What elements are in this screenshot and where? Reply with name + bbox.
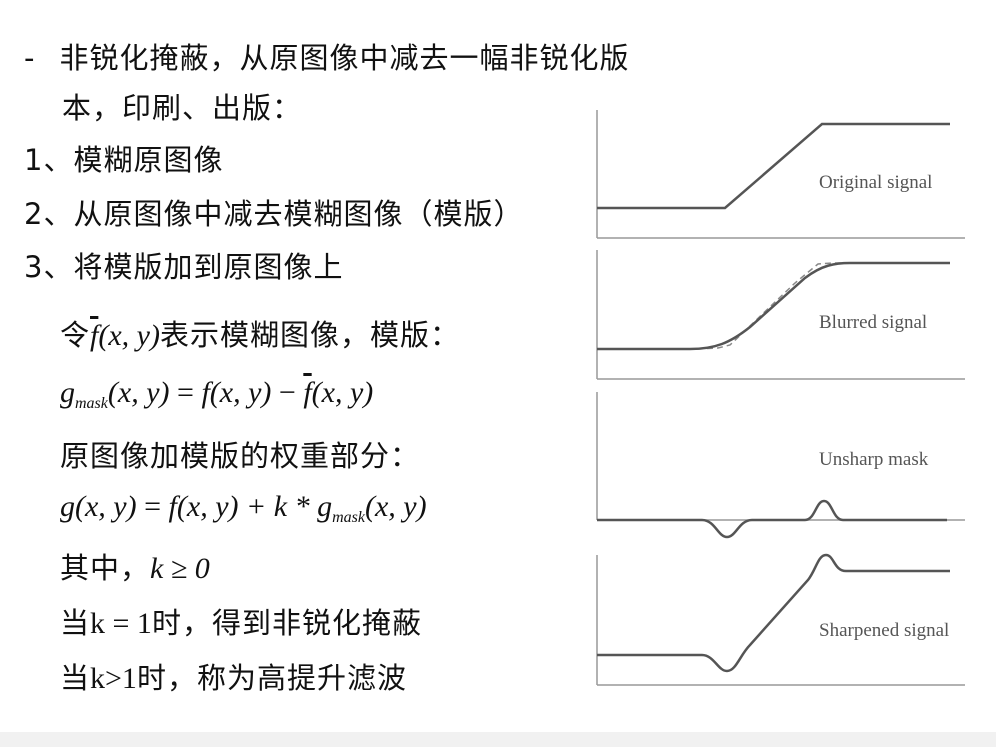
panel-sharpened: Sharpened signal bbox=[596, 553, 965, 686]
unsharp-mask-diagram: Original signal Blurred signal Unsharp m… bbox=[596, 110, 965, 686]
f-args: (x, y) bbox=[209, 376, 272, 409]
mask-subscript: mask bbox=[75, 395, 108, 412]
mask-equation: gmask(x, y) = f(x, y) − f(x, y) bbox=[60, 376, 374, 412]
f-symbol-2: f bbox=[168, 490, 177, 523]
where-prefix: 其中， bbox=[60, 551, 151, 585]
k-condition: 其中，k ≥ 0 bbox=[60, 545, 210, 587]
blurred-signal-label: Blurred signal bbox=[819, 312, 927, 333]
kgt-prefix: 当 bbox=[60, 661, 91, 695]
equals: = bbox=[169, 376, 202, 409]
k1-suffix: 时，得到非锐化掩蔽 bbox=[151, 606, 422, 640]
g-mask-args-2: (x, y) bbox=[364, 490, 427, 523]
g-symbol: g bbox=[60, 376, 75, 409]
panel-mask: Unsharp mask bbox=[596, 392, 965, 539]
step-2: 2、从原图像中减去模糊图像（模版） bbox=[24, 197, 524, 231]
g-mask-args: (x, y) bbox=[107, 376, 170, 409]
let-prefix: 令 bbox=[60, 318, 91, 352]
intro-line-2: 本，印刷、出版： bbox=[62, 91, 303, 125]
g-xy: g(x, y) bbox=[60, 490, 137, 523]
panel-original: Original signal bbox=[596, 110, 965, 239]
sharpened-signal-label: Sharpened signal bbox=[819, 620, 949, 641]
equals-2: = bbox=[136, 490, 169, 523]
k-equals-one: 当k = 1时，得到非锐化掩蔽 bbox=[60, 600, 422, 642]
k-greater-one: 当k>1时，称为高提升滤波 bbox=[60, 655, 407, 697]
sharpened-signal-line bbox=[597, 553, 950, 673]
mask-signal-line bbox=[597, 499, 947, 539]
f-bar-2: f bbox=[303, 376, 312, 409]
k1-expr: k = 1 bbox=[90, 607, 152, 640]
sharpen-equation: g(x, y) = f(x, y) + k * gmask(x, y) bbox=[60, 490, 427, 526]
plus-k: + k * bbox=[238, 490, 318, 523]
unsharp-mask-label: Unsharp mask bbox=[819, 449, 929, 470]
k1-prefix: 当 bbox=[60, 606, 91, 640]
intro-line-1: - 非锐化掩蔽，从原图像中减去一幅非锐化版 bbox=[24, 35, 629, 77]
f-bar-args: (x, y) bbox=[98, 319, 160, 352]
original-signal-label: Original signal bbox=[819, 172, 932, 193]
g-symbol-2: g bbox=[317, 490, 333, 523]
step-1: 1、模糊原图像 bbox=[24, 143, 224, 177]
blurred-signal-line bbox=[597, 261, 950, 351]
footer-bar bbox=[0, 732, 996, 747]
step-3: 3、将模版加到原图像上 bbox=[24, 250, 344, 284]
mask-subscript-2: mask bbox=[332, 509, 365, 526]
let-suffix: 表示模糊图像，模版： bbox=[159, 318, 460, 352]
f-symbol: f bbox=[201, 376, 210, 409]
weighted-text: 原图像加模版的权重部分： bbox=[60, 439, 421, 473]
intro-text-1: 非锐化掩蔽，从原图像中减去一幅非锐化版 bbox=[59, 41, 630, 75]
minus: − bbox=[271, 376, 304, 409]
blur-definition: 令f(x, y)表示模糊图像，模版： bbox=[60, 312, 460, 354]
f-bar-args-2: (x, y) bbox=[311, 376, 374, 409]
panel-blurred: Blurred signal bbox=[596, 250, 965, 380]
original-signal-line bbox=[597, 122, 950, 210]
f-args-2: (x, y) bbox=[176, 490, 239, 523]
kgt-suffix: 时，称为高提升滤波 bbox=[136, 661, 407, 695]
bullet-dash: - bbox=[24, 41, 36, 75]
kgt-expr: k>1 bbox=[90, 662, 137, 695]
k-condition-expr: k ≥ 0 bbox=[150, 552, 210, 585]
